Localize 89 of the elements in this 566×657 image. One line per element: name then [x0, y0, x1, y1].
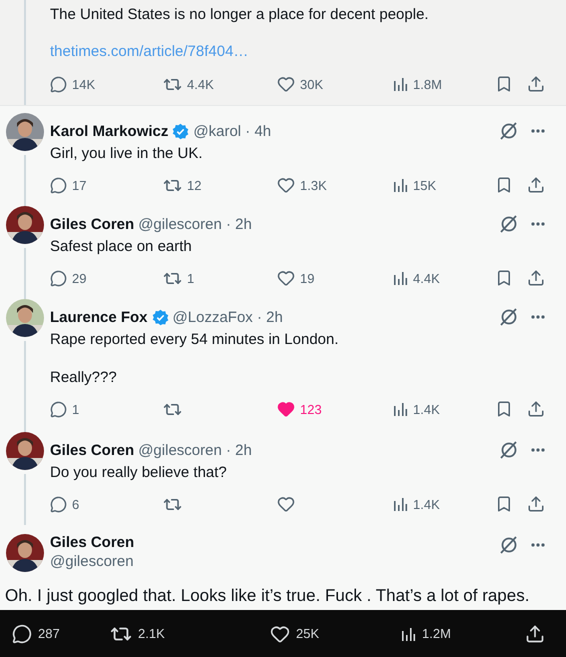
more-icon	[531, 222, 545, 226]
reply-button[interactable]: 29	[50, 270, 163, 286]
repost-button[interactable]: 12	[163, 176, 277, 194]
bookmark-icon	[495, 269, 513, 287]
reply-text: Safest place on earth	[50, 237, 193, 256]
share-icon	[527, 400, 545, 418]
verified-badge-icon	[152, 308, 169, 326]
reply-text: Do you really believe that?	[50, 463, 228, 482]
bookmark-button[interactable]	[495, 269, 513, 287]
bar-chart-icon	[400, 626, 416, 642]
reply-button[interactable]: 6	[50, 496, 163, 512]
bookmark-icon	[495, 495, 513, 513]
heart-icon	[277, 176, 295, 194]
views-button[interactable]: 1.4K	[392, 401, 492, 417]
author-handle[interactable]: @karol · 4h	[193, 122, 272, 140]
bar-chart-icon	[392, 270, 408, 286]
reply-text: Girl, you live in the UK.	[50, 144, 204, 163]
speech-bubble-icon	[50, 76, 67, 92]
share-icon	[527, 176, 545, 194]
more-button[interactable]	[531, 129, 545, 133]
post-text: Oh. I just googled that. Looks like it’s true. Fuck . That’s a lot of rapes.	[4, 585, 530, 607]
more-button[interactable]	[531, 448, 545, 452]
heart-icon	[277, 495, 295, 513]
bookmark-button[interactable]	[495, 75, 513, 93]
more-icon	[531, 315, 545, 319]
bookmark-icon	[495, 176, 513, 194]
share-icon	[527, 75, 545, 93]
bookmark-button[interactable]	[495, 400, 513, 418]
more-icon	[531, 543, 545, 547]
slashed-circle-icon[interactable]	[499, 214, 519, 234]
bookmark-icon	[495, 75, 513, 93]
author-handle[interactable]: @gilescoren · 2h	[138, 216, 252, 232]
author-name[interactable]: Karol Markowicz	[50, 122, 168, 140]
slashed-circle-icon[interactable]	[499, 535, 519, 555]
repost-button[interactable]: 1	[163, 268, 277, 288]
bookmark-button[interactable]	[495, 176, 513, 194]
bookmark-icon	[495, 400, 513, 418]
slashed-circle-icon[interactable]	[499, 121, 519, 141]
views-button[interactable]: 1.2M	[400, 626, 500, 642]
reply-text: Rape reported every 54 minutes in London. Really???	[50, 330, 340, 387]
heart-icon	[270, 624, 290, 644]
like-button[interactable]: 1.3K	[277, 176, 392, 194]
share-button[interactable]	[525, 624, 545, 644]
bookmark-button[interactable]	[495, 495, 513, 513]
views-button[interactable]: 15K	[392, 177, 492, 193]
bar-chart-icon	[392, 401, 408, 417]
repost-button[interactable]: 4.4K	[163, 74, 277, 94]
like-button[interactable]: 123	[277, 400, 392, 418]
views-button[interactable]: 1.8M	[392, 76, 492, 92]
speech-bubble-icon	[50, 400, 67, 418]
bar-chart-icon	[392, 177, 408, 193]
more-button[interactable]	[531, 315, 545, 319]
author-name[interactable]: Giles Coren	[50, 216, 134, 232]
post-text: The United States is no longer a place for decent people.	[50, 5, 430, 24]
speech-bubble-icon	[12, 624, 32, 644]
author-name[interactable]: Giles Coren	[50, 442, 134, 458]
bar-chart-icon	[392, 496, 408, 512]
more-button[interactable]	[531, 543, 545, 547]
author-name[interactable]: Giles Coren	[50, 534, 499, 551]
like-button[interactable]: 30K	[277, 75, 392, 93]
author-name[interactable]: Laurence Fox	[50, 308, 148, 326]
author-handle[interactable]: @gilescoren · 2h	[138, 442, 252, 458]
more-button[interactable]	[531, 222, 545, 226]
heart-icon	[277, 269, 295, 287]
views-button[interactable]: 4.4K	[392, 270, 492, 286]
reply-button[interactable]: 1	[50, 400, 163, 418]
heart-icon	[277, 400, 295, 418]
slashed-circle-icon[interactable]	[499, 307, 519, 327]
more-icon	[531, 129, 545, 133]
like-button[interactable]: 19	[277, 269, 392, 287]
bar-chart-icon	[392, 76, 408, 92]
views-button[interactable]: 1.4K	[392, 496, 492, 512]
share-icon	[527, 269, 545, 287]
reply-button[interactable]: 17	[50, 176, 163, 194]
share-icon	[527, 495, 545, 513]
speech-bubble-icon	[50, 270, 67, 286]
verified-badge-icon	[172, 122, 190, 140]
share-icon	[525, 624, 545, 644]
like-button[interactable]: 25K	[270, 624, 400, 644]
author-handle[interactable]: @LozzaFox · 2h	[172, 308, 283, 326]
more-icon	[531, 448, 545, 452]
repost-button[interactable]: 2.1K	[110, 622, 270, 644]
reply-button[interactable]: 287	[12, 624, 110, 644]
slashed-circle-icon[interactable]	[499, 440, 519, 460]
author-handle[interactable]: @gilescoren	[50, 553, 499, 570]
reply-button[interactable]: 14K	[50, 76, 163, 92]
speech-bubble-icon	[50, 176, 67, 194]
speech-bubble-icon	[50, 496, 67, 512]
heart-icon	[277, 75, 295, 93]
